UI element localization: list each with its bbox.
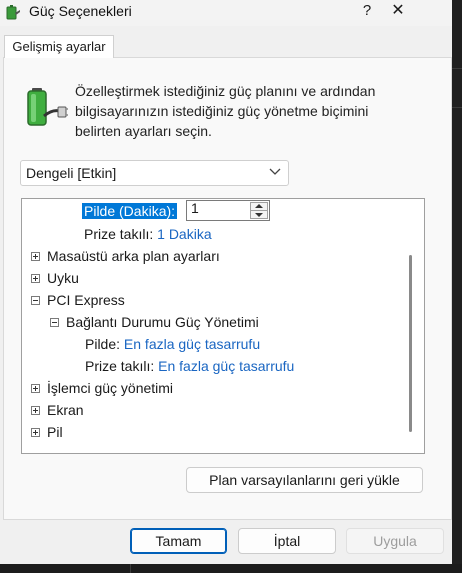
tree-item-processor[interactable]: İşlemci güç yönetimi	[47, 377, 173, 399]
tab-advanced-settings[interactable]: Gelişmiş ayarlar	[4, 35, 114, 58]
divider	[452, 68, 462, 69]
on-battery-label: Pilde (Dakika):	[82, 203, 178, 219]
divider	[130, 564, 131, 573]
cancel-button[interactable]: İptal	[238, 528, 336, 554]
intro-text: Özelleştirmek istediğiniz güç planını ve…	[75, 83, 376, 139]
battery-app-icon	[6, 5, 20, 20]
apply-button[interactable]: Uygula	[346, 528, 444, 554]
tree-row-link-state-battery[interactable]: Pilde: En fazla güç tasarrufu	[85, 333, 260, 355]
power-plan-value: Dengeli [Etkin]	[26, 165, 117, 181]
arrow-up-icon[interactable]	[255, 204, 263, 208]
tree-row-on-battery[interactable]: Pilde (Dakika):	[82, 200, 178, 222]
expand-plus-icon[interactable]	[31, 406, 40, 415]
background-window-edge	[452, 0, 462, 573]
link-state-battery-label: Pilde:	[85, 336, 121, 352]
close-button[interactable]: ✕	[375, 0, 421, 24]
tree-item-link-state[interactable]: Bağlantı Durumu Güç Yönetimi	[66, 311, 259, 333]
restore-defaults-button[interactable]: Plan varsayılanlarını geri yükle	[186, 467, 423, 493]
stepper-buttons[interactable]	[250, 202, 268, 219]
power-battery-icon	[27, 88, 68, 126]
chevron-down-icon	[269, 168, 281, 175]
tree-item-display[interactable]: Ekran	[47, 399, 84, 421]
collapse-minus-icon[interactable]	[50, 318, 59, 327]
title-bar: Güç Seçenekleri ? ✕	[0, 0, 462, 26]
scrollbar-thumb[interactable]	[409, 255, 412, 432]
tree-row-plugged-in[interactable]: Prize takılı: 1 Dakika	[84, 223, 212, 245]
minutes-value: 1	[191, 200, 199, 216]
tree-item-desktop-background[interactable]: Masaüstü arka plan ayarları	[47, 245, 220, 267]
ok-button[interactable]: Tamam	[130, 528, 227, 554]
tree-item-pci-express[interactable]: PCI Express	[47, 289, 125, 311]
window-title: Güç Seçenekleri	[29, 3, 132, 19]
plugged-in-value-link[interactable]: 1 Dakika	[157, 226, 211, 242]
tree-item-battery[interactable]: Pil	[47, 421, 63, 443]
expand-plus-icon[interactable]	[31, 252, 40, 261]
tree-item-sleep[interactable]: Uyku	[47, 267, 79, 289]
arrow-down-icon[interactable]	[255, 213, 263, 217]
plugged-in-label: Prize takılı:	[84, 226, 154, 242]
tree-row-link-state-plugged[interactable]: Prize takılı: En fazla güç tasarrufu	[85, 355, 294, 377]
divider	[452, 107, 462, 108]
power-plan-dropdown[interactable]: Dengeli [Etkin]	[20, 160, 289, 186]
expand-plus-icon[interactable]	[31, 428, 40, 437]
link-state-plugged-value[interactable]: En fazla güç tasarrufu	[158, 358, 294, 374]
link-state-battery-value[interactable]: En fazla güç tasarrufu	[124, 336, 260, 352]
collapse-minus-icon[interactable]	[31, 296, 40, 305]
minutes-stepper[interactable]: 1	[186, 200, 270, 221]
expand-plus-icon[interactable]	[31, 384, 40, 393]
link-state-plugged-label: Prize takılı:	[85, 358, 155, 374]
background-taskbar-edge	[0, 564, 462, 573]
expand-plus-icon[interactable]	[31, 274, 40, 283]
settings-tree[interactable]: Pilde (Dakika): 1 Prize takılı: 1 Dakika…	[21, 198, 425, 454]
